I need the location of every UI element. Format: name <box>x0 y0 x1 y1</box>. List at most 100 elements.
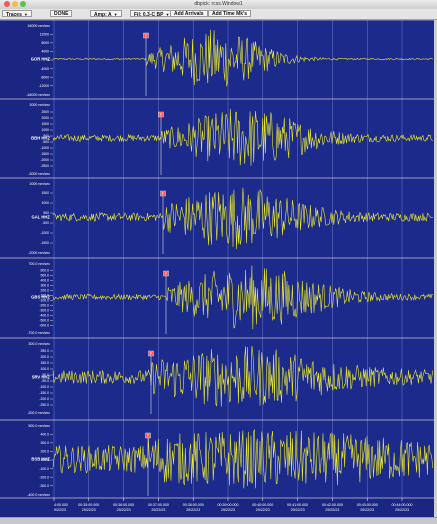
amplitude-tick-label: 100.0 <box>41 367 50 371</box>
scale-top-label: 300.0 nm/sec <box>28 342 50 346</box>
plot-background <box>0 20 437 517</box>
chevron-down-icon: ▼ <box>165 12 170 17</box>
scale-bottom-label: -16000 nm/sec <box>26 93 50 97</box>
time-tick-label: 00:37:00.000 <box>148 503 169 507</box>
time-tick-label: 00:41:00.000 <box>287 503 308 507</box>
amp-label: Amp: A <box>94 12 112 18</box>
scale-top-label: 500.0 nm/sec <box>28 424 50 428</box>
amplitude-tick-label: 300.0 <box>41 441 50 445</box>
scale-bottom-label: -300.0 nm/sec <box>27 411 50 415</box>
add-arrivals-button[interactable]: Add Arrivals <box>170 10 208 17</box>
scale-top-label: 2000 nm/sec <box>29 182 50 186</box>
amplitude-tick-label: 1000 <box>41 128 49 132</box>
amplitude-tick-label: -300.0 <box>39 484 49 488</box>
amplitude-tick-label: 4000 <box>41 50 49 54</box>
amplitude-tick-label: 2500 <box>41 110 49 114</box>
time-tick-label: 4:00.000 <box>54 503 68 507</box>
date-tick-label: 29/22/23 <box>395 508 409 512</box>
amplitude-tick-label: 1500 <box>41 122 49 126</box>
amplitude-tick-label: -1000 <box>40 146 49 150</box>
station-label: SRV HHZ <box>32 375 51 380</box>
amplitude-tick-label: 400.0 <box>41 432 50 436</box>
amplitude-tick-label: 300.0 <box>41 284 50 288</box>
station-label: BSB HHZ <box>31 457 50 462</box>
amplitude-tick-label: -200.0 <box>39 475 49 479</box>
date-tick-label: 29/22/23 <box>256 508 270 512</box>
scale-bottom-label: -3000 nm/sec <box>28 172 50 176</box>
amplitude-tick-label: -2500 <box>40 164 49 168</box>
amplitude-tick-label: 2000 <box>41 116 49 120</box>
date-tick-label: 29/22/23 <box>325 508 339 512</box>
time-tick-label: 00:39:00.000 <box>218 503 239 507</box>
amplitude-tick-label: -150.0 <box>39 391 49 395</box>
amplitude-tick-label: -600.0 <box>39 324 49 328</box>
amplitude-tick-label: -50.0 <box>41 379 49 383</box>
traces-label: Traces <box>6 12 22 18</box>
amplitude-tick-label: -250.0 <box>39 403 49 407</box>
filter-label: Fil: 0.3-C BP <box>134 12 164 18</box>
amplitude-tick-label: 500.0 <box>41 274 50 278</box>
seismogram-plot[interactable]: 16000 nm/sec-16000 nm/sec12000800040000-… <box>0 20 437 517</box>
amplitude-tick-label: 600.0 <box>41 269 50 273</box>
time-tick-label: 00:40:00.000 <box>252 503 273 507</box>
station-label: GAL HHZ <box>31 215 50 220</box>
date-tick-label: 9/22/23 <box>54 508 66 512</box>
time-tick-label: 00:42:00.000 <box>322 503 343 507</box>
time-tick-label: 00:43:00.000 <box>357 503 378 507</box>
amplitude-tick-label: 200.0 <box>41 450 50 454</box>
toolbar: Traces ▼ DONE Amp: A ▼ Fil: 0.3-C BP ▼ Add … <box>0 9 437 20</box>
date-tick-label: 29/22/23 <box>186 508 200 512</box>
station-label: GOR HHZ <box>31 57 51 62</box>
date-tick-label: 29/22/23 <box>151 508 165 512</box>
date-tick-label: 29/22/23 <box>117 508 131 512</box>
amplitude-tick-label: -500 <box>42 140 49 144</box>
time-tick-label: 00:36:00.000 <box>113 503 134 507</box>
chevron-down-icon: ▼ <box>23 12 28 17</box>
add-time-marks-button[interactable]: Add Time Mk's <box>208 10 251 17</box>
time-tick-label: 00:44:00.000 <box>392 503 413 507</box>
filter-menu[interactable]: Fil: 0.3-C BP ▼ <box>130 10 174 18</box>
amplitude-tick-label: 250.0 <box>41 349 50 353</box>
amplitude-tick-label: -400.0 <box>39 314 49 318</box>
scale-bottom-label: -2000 nm/sec <box>28 251 50 255</box>
amplitude-tick-label: 200.0 <box>41 289 50 293</box>
scale-top-label: 16000 nm/sec <box>27 24 50 28</box>
amplitude-tick-label: 200.0 <box>41 355 50 359</box>
scale-top-label: 3000 nm/sec <box>29 103 50 107</box>
amplitude-tick-label: 8000 <box>41 41 49 45</box>
amplitude-tick-label: -1500 <box>40 241 49 245</box>
amplitude-tick-label: -4000 <box>40 67 49 71</box>
date-tick-label: 29/22/23 <box>82 508 96 512</box>
scale-top-label: 700.0 nm/sec <box>28 262 50 266</box>
amplitude-tick-label: -8000 <box>40 75 49 79</box>
amplitude-tick-label: 1500 <box>41 191 49 195</box>
amplitude-tick-label: -500 <box>42 221 49 225</box>
station-label: GBS HHZ <box>31 295 50 300</box>
amplitude-tick-label: -100.0 <box>39 385 49 389</box>
scale-bottom-label: -400.0 nm/sec <box>27 493 50 497</box>
amplitude-tick-label: 150.0 <box>41 361 50 365</box>
amplitude-tick-label: 400.0 <box>41 279 50 283</box>
amplitude-tick-label: -300.0 <box>39 309 49 313</box>
station-label: BBH HHZ <box>31 136 50 141</box>
amplitude-tick-label: 12000 <box>40 32 50 36</box>
chevron-down-icon: ▼ <box>113 12 118 17</box>
done-button[interactable]: DONE <box>50 10 73 17</box>
traces-menu[interactable]: Traces ▼ <box>2 10 32 18</box>
amplitude-tick-label: -100.0 <box>39 467 49 471</box>
amplitude-tick-label: -1000 <box>40 231 49 235</box>
amplitude-tick-label: -2000 <box>40 158 49 162</box>
date-tick-label: 29/22/23 <box>360 508 374 512</box>
scale-bottom-label: -700.0 nm/sec <box>27 331 50 335</box>
amplitude-tick-label: -200.0 <box>39 397 49 401</box>
date-tick-label: 29/22/23 <box>291 508 305 512</box>
amp-menu[interactable]: Amp: A ▼ <box>90 10 122 18</box>
dbpick-window: dbpick: rcss.Window1 Traces ▼ DONE Amp: A… <box>0 0 437 524</box>
date-tick-label: 29/22/23 <box>221 508 235 512</box>
amplitude-tick-label: -12000 <box>38 84 49 88</box>
time-tick-label: 00:38:00.000 <box>183 503 204 507</box>
time-tick-label: 00:35:00.000 <box>78 503 99 507</box>
amplitude-tick-label: -200.0 <box>39 304 49 308</box>
amplitude-tick-label: 1000 <box>41 201 49 205</box>
window-title: dbpick: rcss.Window1 <box>194 1 243 7</box>
